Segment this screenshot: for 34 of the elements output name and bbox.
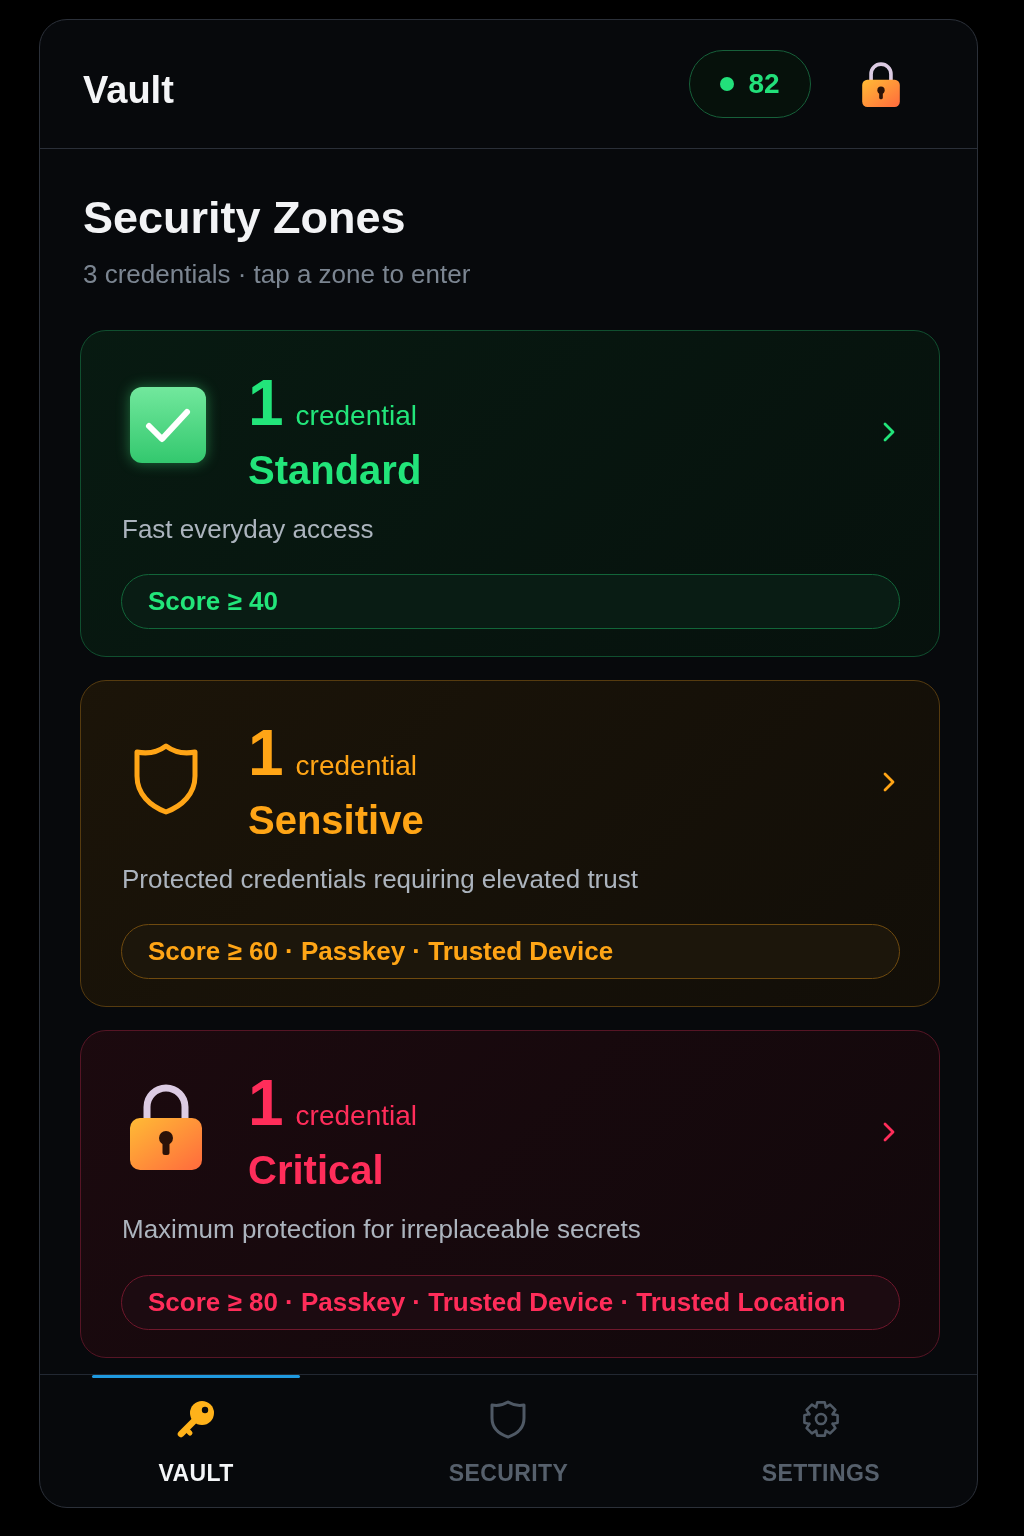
nav-tab[interactable]: VAULT bbox=[40, 1375, 353, 1507]
settings-icon bbox=[800, 1399, 841, 1439]
zone-description: Fast everyday access bbox=[122, 513, 375, 546]
requirements-tag: Score ≥ 40 bbox=[121, 574, 900, 630]
score-value: 82 bbox=[748, 68, 780, 100]
shield-icon bbox=[133, 743, 199, 816]
credential-count: 1 bbox=[248, 370, 284, 435]
zone-card[interactable]: 1 credential Standard Fast everyday access Score ≥ 40 bbox=[80, 329, 940, 658]
requirements-tag: Score ≥ 60 · Passkey · Trusted Device bbox=[121, 924, 900, 980]
padlock-icon bbox=[130, 1082, 202, 1171]
zone-card[interactable]: 1 credential Sensitive Protected credentials requiring elevated trust Score ≥ 60 · Passkey · Trusted Device bbox=[80, 680, 940, 1008]
padlock-icon[interactable] bbox=[862, 61, 900, 107]
key-icon bbox=[176, 1399, 217, 1439]
chevron-right-icon bbox=[882, 771, 896, 794]
requirements-tag: Score ≥ 80 · Passkey · Trusted Device · Trusted Location bbox=[121, 1274, 900, 1330]
count-label: credential bbox=[295, 752, 417, 781]
check-tile-icon bbox=[130, 386, 206, 463]
shield-icon bbox=[488, 1399, 529, 1439]
zone-title: Critical bbox=[248, 1147, 385, 1194]
section-title: Security Zones bbox=[83, 192, 407, 244]
zone-description: Maximum protection for irreplaceable secrets bbox=[122, 1214, 642, 1246]
zone-description: Protected credentials requiring elevated trust bbox=[122, 864, 639, 896]
app-title: Vault bbox=[83, 68, 174, 112]
chevron-right-icon bbox=[882, 420, 896, 443]
zone-card[interactable]: 1 credential Critical Maximum protection for irreplaceable secrets Score ≥ 80 · Passkey · Trusted Device · Trusted Location bbox=[80, 1030, 940, 1358]
chevron-right-icon bbox=[882, 1121, 896, 1144]
section-subtitle: 3 credentials · tap a zone to enter bbox=[83, 258, 472, 290]
credential-count: 1 bbox=[248, 721, 284, 786]
zone-title: Standard bbox=[248, 446, 422, 493]
zone-title: Sensitive bbox=[248, 797, 424, 844]
credential-count: 1 bbox=[248, 1071, 284, 1136]
status-dot-icon bbox=[720, 77, 735, 91]
count-label: credential bbox=[295, 401, 417, 430]
count-label: credential bbox=[295, 1102, 417, 1131]
